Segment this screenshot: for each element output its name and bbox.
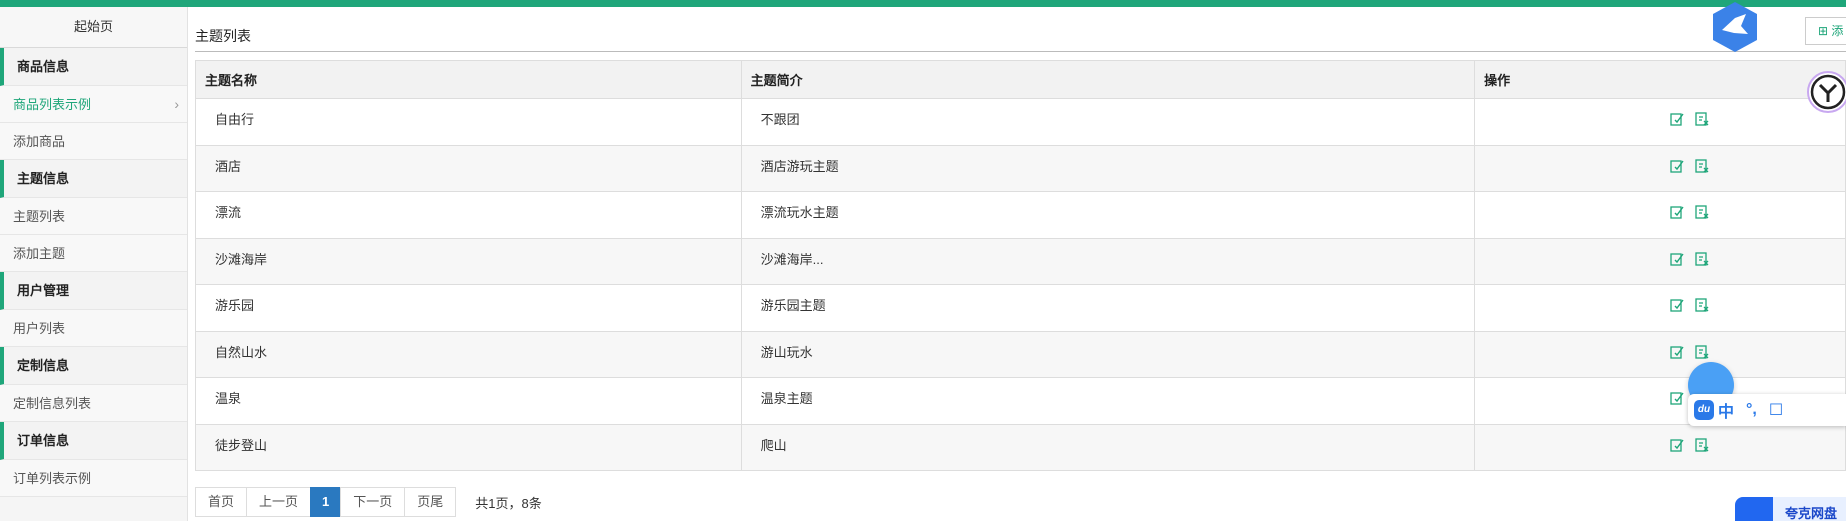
cell-theme-intro: 游山玩水 bbox=[740, 330, 1476, 378]
delete-icon[interactable] bbox=[1694, 297, 1710, 313]
delete-icon[interactable] bbox=[1694, 344, 1710, 360]
ime-punctuation[interactable]: °, bbox=[1746, 401, 1757, 419]
edit-icon[interactable] bbox=[1669, 158, 1685, 174]
delete-icon[interactable] bbox=[1694, 437, 1710, 453]
cell-theme-intro: 酒店游玩主题 bbox=[740, 144, 1476, 192]
edit-icon[interactable] bbox=[1669, 251, 1685, 267]
sidebar-item-label: 商品列表示例 bbox=[13, 97, 92, 112]
cell-actions bbox=[1474, 237, 1846, 285]
title-divider bbox=[195, 51, 1846, 52]
table-row: 酒店 酒店游玩主题 bbox=[195, 144, 1846, 192]
delete-icon[interactable] bbox=[1694, 158, 1710, 174]
cell-theme-name: 游乐园 bbox=[195, 284, 742, 332]
sidebar-item-order-list[interactable]: 订单列表示例 bbox=[0, 460, 187, 497]
table-row: 沙滩海岸 沙滩海岸... bbox=[195, 237, 1846, 285]
column-header-name: 主题名称 bbox=[195, 60, 742, 99]
edit-icon[interactable] bbox=[1669, 344, 1685, 360]
cell-actions bbox=[1474, 191, 1846, 239]
table-row: 自由行 不跟团 bbox=[195, 98, 1846, 146]
table-row: 自然山水 游山玩水 bbox=[195, 330, 1846, 378]
edit-icon[interactable] bbox=[1669, 437, 1685, 453]
main-content: 主题列表 ⊞ 添 主题名称 主题简介 操作 自由行 不跟团 酒店 酒店游玩主题 漂流 漂流… bbox=[195, 7, 1846, 521]
bird-app-icon[interactable] bbox=[1708, 0, 1762, 54]
page-title: 主题列表 bbox=[195, 28, 251, 44]
column-header-intro: 主题简介 bbox=[740, 60, 1476, 99]
pager-first[interactable]: 首页 bbox=[195, 487, 248, 517]
table-row: 游乐园 游乐园主题 bbox=[195, 284, 1846, 332]
pager-info: 共1页，8条 bbox=[475, 495, 542, 511]
sidebar-item-add-theme[interactable]: 添加主题 bbox=[0, 235, 187, 272]
edit-icon[interactable] bbox=[1669, 390, 1685, 406]
sidebar-item-custom-list[interactable]: 定制信息列表 bbox=[0, 385, 187, 422]
sidebar-group-users[interactable]: 用户管理 bbox=[0, 272, 187, 310]
sidebar-item-product-list[interactable]: 商品列表示例 › bbox=[0, 86, 187, 123]
pager-current-page[interactable]: 1 bbox=[310, 487, 342, 517]
cell-theme-intro: 爬山 bbox=[740, 423, 1476, 471]
cell-actions bbox=[1474, 284, 1846, 332]
cell-theme-intro: 游乐园主题 bbox=[740, 284, 1476, 332]
delete-icon[interactable] bbox=[1694, 204, 1710, 220]
sidebar-item-add-product[interactable]: 添加商品 bbox=[0, 123, 187, 160]
sidebar-start-page[interactable]: 起始页 bbox=[0, 7, 187, 48]
cell-theme-intro: 沙滩海岸... bbox=[740, 237, 1476, 285]
delete-icon[interactable] bbox=[1694, 111, 1710, 127]
cell-theme-name: 温泉 bbox=[195, 377, 742, 425]
sidebar-group-orders[interactable]: 订单信息 bbox=[0, 422, 187, 460]
edit-icon[interactable] bbox=[1669, 111, 1685, 127]
edit-icon[interactable] bbox=[1669, 204, 1685, 220]
cell-theme-intro: 温泉主题 bbox=[740, 377, 1476, 425]
add-theme-button[interactable]: ⊞ 添 bbox=[1805, 17, 1846, 45]
cell-theme-name: 自由行 bbox=[195, 98, 742, 146]
chevron-right-icon: › bbox=[174, 96, 179, 112]
pager-next[interactable]: 下一页 bbox=[340, 487, 406, 517]
ime-toolbar[interactable]: du 中 °, ☐ bbox=[1688, 394, 1846, 426]
sidebar-group-themes[interactable]: 主题信息 bbox=[0, 160, 187, 198]
cell-actions bbox=[1474, 330, 1846, 378]
sidebar: 起始页 商品信息 商品列表示例 › 添加商品 主题信息 主题列表 添加主题 用户… bbox=[0, 7, 188, 521]
table-row: 温泉 温泉主题 bbox=[195, 377, 1846, 425]
table-row: 徒步登山 爬山 bbox=[195, 423, 1846, 471]
cell-theme-intro: 不跟团 bbox=[740, 98, 1476, 146]
sidebar-item-theme-list[interactable]: 主题列表 bbox=[0, 198, 187, 235]
pagination: 首页 上一页 1 下一页 页尾 共1页，8条 bbox=[195, 487, 542, 517]
cell-actions bbox=[1474, 423, 1846, 471]
cell-theme-name: 自然山水 bbox=[195, 330, 742, 378]
cell-theme-name: 沙滩海岸 bbox=[195, 237, 742, 285]
ime-mode-chinese[interactable]: 中 bbox=[1718, 398, 1734, 422]
pager-last[interactable]: 页尾 bbox=[404, 487, 457, 517]
pager-prev[interactable]: 上一页 bbox=[246, 487, 312, 517]
plus-box-icon: ⊞ bbox=[1818, 24, 1829, 38]
y-logo-icon[interactable] bbox=[1806, 70, 1846, 114]
ime-skin-icon[interactable]: ☐ bbox=[1769, 400, 1783, 420]
cell-theme-name: 徒步登山 bbox=[195, 423, 742, 471]
top-accent-bar bbox=[0, 0, 1846, 7]
delete-icon[interactable] bbox=[1694, 251, 1710, 267]
cell-theme-name: 酒店 bbox=[195, 144, 742, 192]
du-logo-icon: du bbox=[1694, 400, 1714, 420]
edit-icon[interactable] bbox=[1669, 297, 1685, 313]
cell-theme-name: 漂流 bbox=[195, 191, 742, 239]
theme-table: 主题名称 主题简介 操作 自由行 不跟团 酒店 酒店游玩主题 漂流 漂流玩水主题 沙滩海岸沙… bbox=[195, 60, 1846, 471]
table-row: 漂流 漂流玩水主题 bbox=[195, 191, 1846, 239]
cell-actions bbox=[1474, 144, 1846, 192]
cell-theme-intro: 漂流玩水主题 bbox=[740, 191, 1476, 239]
sidebar-group-products[interactable]: 商品信息 bbox=[0, 48, 187, 86]
cell-actions bbox=[1474, 98, 1846, 146]
sidebar-group-custom[interactable]: 定制信息 bbox=[0, 347, 187, 385]
cloud-icon bbox=[1735, 497, 1773, 521]
column-header-actions: 操作 bbox=[1474, 60, 1846, 99]
table-header-row: 主题名称 主题简介 操作 bbox=[195, 60, 1846, 99]
sidebar-item-user-list[interactable]: 用户列表 bbox=[0, 310, 187, 347]
